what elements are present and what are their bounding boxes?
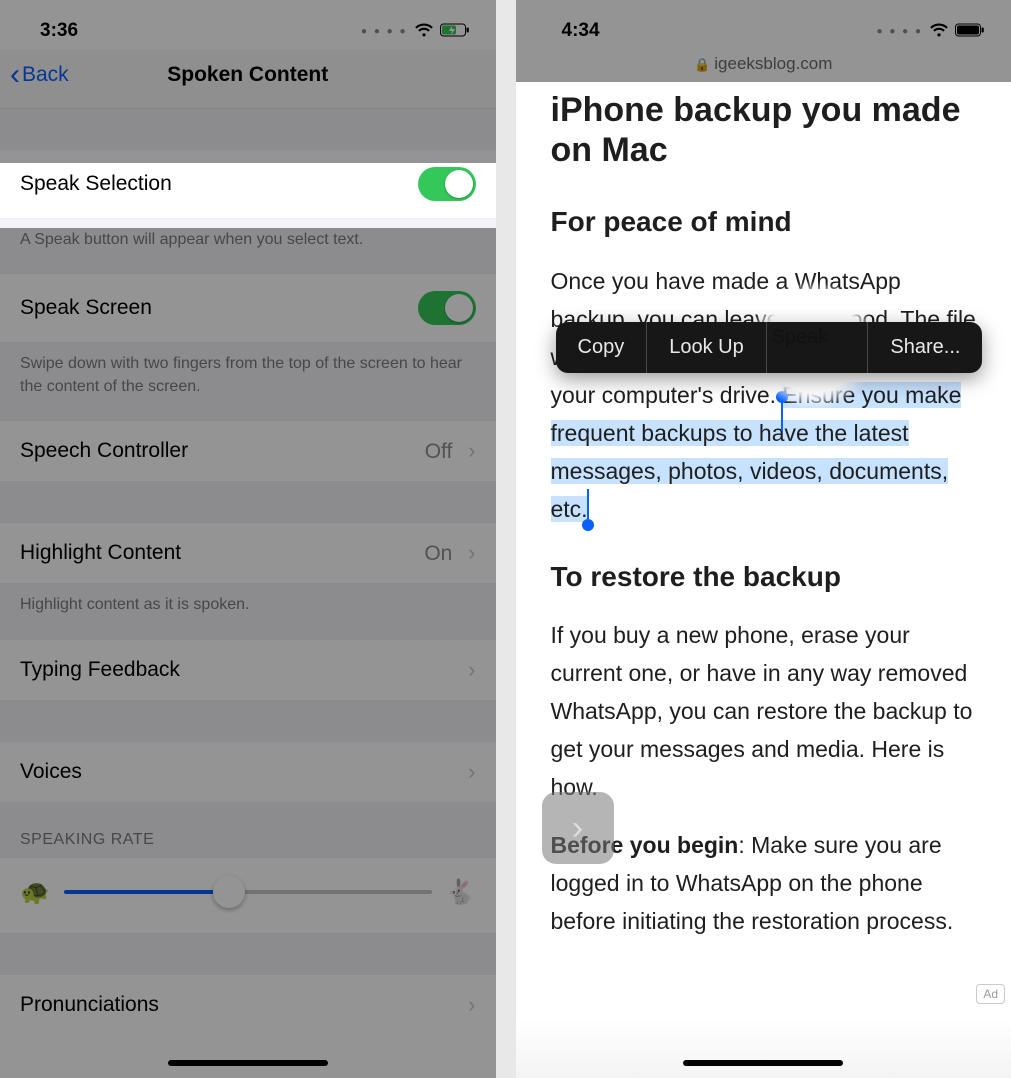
cellular-dots-icon: ● ● ● ● (361, 26, 408, 37)
turtle-icon: 🐢 (20, 878, 50, 907)
slider-thumb[interactable] (213, 876, 245, 908)
callout-copy[interactable]: Copy (556, 322, 648, 373)
article-p3[interactable]: Before you begin: Make sure you are logg… (551, 827, 977, 941)
chevron-right-icon: › (468, 992, 475, 1018)
article-p2[interactable]: If you buy a new phone, erase your curre… (551, 617, 977, 807)
settings-screen: 3:36 ● ● ● ● ‹ Back Spoken Content Speak… (0, 0, 496, 1078)
voices-cell[interactable]: Voices › (0, 741, 496, 803)
speak-selection-footer: A Speak button will appear when you sele… (0, 219, 496, 273)
speaking-rate-header: SPEAKING RATE (0, 803, 496, 857)
address-bar[interactable]: 🔒 igeeksblog.com (516, 48, 1011, 90)
chevron-left-icon: ‹ (10, 60, 20, 90)
typing-feedback-cell[interactable]: Typing Feedback › (0, 639, 496, 701)
article-p1[interactable]: Once you have made a WhatsApp backup, yo… (551, 263, 977, 529)
chevron-right-icon: › (468, 438, 475, 463)
speaking-rate-slider-row: 🐢 🐇 (0, 857, 496, 934)
battery-icon (440, 20, 470, 42)
status-right: ● ● ● ● (877, 20, 986, 42)
status-time: 3:36 (40, 20, 78, 42)
back-button[interactable]: ‹ Back (10, 60, 69, 90)
cell-label: Pronunciations (20, 993, 159, 1017)
home-indicator[interactable] (683, 1060, 843, 1066)
lock-icon: 🔒 (694, 57, 710, 72)
nav-bar: ‹ Back Spoken Content (0, 50, 496, 109)
highlight-content-cell[interactable]: Highlight Content On › (0, 522, 496, 584)
status-bar: 4:34 ● ● ● ● (516, 0, 1011, 48)
cell-label: Speak Screen (20, 296, 152, 320)
status-right: ● ● ● ● (361, 20, 470, 42)
speaking-rate-slider[interactable] (64, 890, 432, 894)
cellular-dots-icon: ● ● ● ● (877, 26, 924, 37)
bottom-fade (516, 1018, 1011, 1078)
article-title: iPhone backup you made on Mac (551, 90, 977, 170)
highlight-content-footer: Highlight content as it is spoken. (0, 584, 496, 638)
cell-label: Speak Selection (20, 172, 172, 196)
battery-icon (955, 20, 985, 42)
speech-controller-cell[interactable]: Speech Controller Off › (0, 420, 496, 482)
cell-value: Off (425, 440, 453, 463)
speak-screen-footer: Swipe down with two fingers from the top… (0, 343, 496, 420)
back-label: Back (22, 63, 69, 87)
page-title: Spoken Content (0, 63, 496, 87)
cell-label: Highlight Content (20, 541, 181, 565)
article-h2-peace: For peace of mind (551, 200, 977, 245)
cell-value: On (424, 542, 452, 565)
chevron-right-icon: › (468, 540, 475, 565)
home-indicator[interactable] (168, 1060, 328, 1066)
wifi-icon (929, 20, 949, 42)
safari-screen: 4:34 ● ● ● ● 🔒 igeeksblog.com iPhone back… (516, 0, 1011, 1078)
ad-badge: Ad (976, 984, 1005, 1004)
callout-speak-slot[interactable]: Speak (767, 322, 869, 373)
status-bar: 3:36 ● ● ● ● (0, 0, 496, 50)
text-selection-callout: Copy Look Up Speak Share... (556, 322, 983, 373)
status-time: 4:34 (562, 20, 600, 42)
callout-share[interactable]: Share... (868, 322, 982, 373)
chevron-right-icon: › (572, 809, 583, 848)
pronunciations-cell[interactable]: Pronunciations › (0, 974, 496, 1035)
chevron-right-icon: › (468, 657, 475, 683)
wifi-icon (414, 20, 434, 42)
cell-label: Voices (20, 760, 82, 784)
rabbit-icon: 🐇 (446, 878, 476, 907)
speak-screen-cell[interactable]: Speak Screen (0, 273, 496, 343)
speak-selection-cell[interactable]: Speak Selection (0, 149, 496, 219)
toggle-switch[interactable] (418, 291, 476, 325)
chevron-right-icon: › (468, 759, 475, 785)
article-h2-restore: To restore the backup (551, 555, 977, 600)
cell-label: Speech Controller (20, 439, 188, 463)
toggle-switch[interactable] (418, 167, 476, 201)
address-host: igeeksblog.com (714, 54, 832, 73)
callout-lookup[interactable]: Look Up (647, 322, 767, 373)
settings-body: Speak Selection A Speak button will appe… (0, 109, 496, 1035)
floating-forward-tab[interactable]: › (542, 792, 614, 864)
cell-label: Typing Feedback (20, 658, 180, 682)
